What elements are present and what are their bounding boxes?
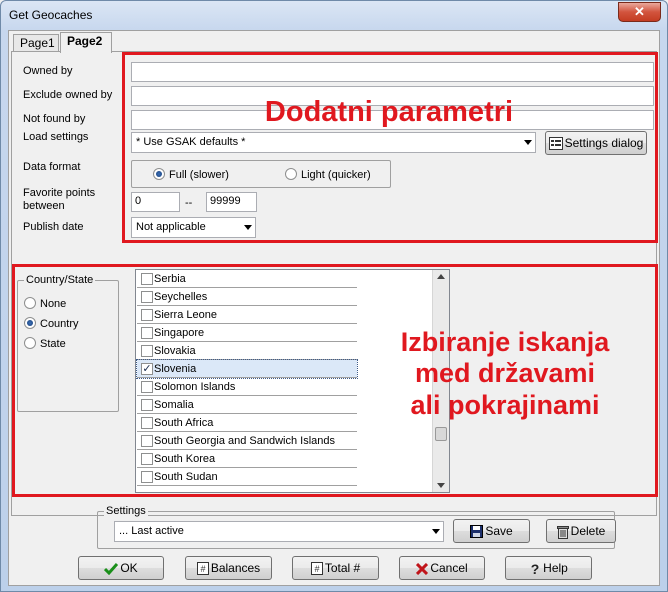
save-disk-icon: [470, 525, 484, 539]
help-button[interactable]: ? Help: [505, 556, 592, 580]
cancel-x-icon: [416, 562, 429, 575]
svg-text:?: ?: [531, 562, 540, 576]
total-label: Total #: [324, 561, 361, 575]
settings-select-value: ... Last active: [119, 525, 184, 537]
window-title: Get Geocaches: [9, 8, 93, 22]
annotation-bottom-text: Izbiranje iskanja med državami ali pokra…: [367, 327, 643, 421]
annotation-line-2: med državami: [414, 358, 596, 389]
annotation-line-3: ali pokrajinami: [410, 389, 600, 420]
settings-group-title: Settings: [104, 505, 148, 517]
ok-button[interactable]: OK: [78, 556, 164, 580]
exclude-owned-by-label: Exclude owned by: [23, 89, 113, 101]
title-bar: Get Geocaches ✕: [1, 1, 667, 29]
svg-text:#: #: [200, 564, 205, 574]
owned-by-label: Owned by: [23, 65, 73, 77]
svg-text:#: #: [314, 564, 319, 574]
annotation-box-parameters: [122, 52, 658, 243]
help-label: Help: [543, 561, 568, 575]
tab-page1[interactable]: Page1: [13, 34, 59, 52]
delete-trash-icon: [556, 525, 569, 539]
balances-label: Balances: [210, 561, 261, 575]
balances-button[interactable]: # Balances: [185, 556, 272, 580]
settings-select[interactable]: ... Last active: [114, 521, 444, 542]
save-button[interactable]: Save: [453, 519, 530, 543]
dialog-client-area: Page1 Page2 Owned by Exclude owned by No…: [8, 30, 660, 586]
ok-label: OK: [120, 561, 138, 575]
balances-icon: #: [196, 562, 209, 576]
save-label: Save: [485, 524, 513, 538]
delete-label: Delete: [570, 524, 606, 538]
favorite-between-label: between: [23, 200, 65, 212]
settings-group: Settings ... Last active Save Delete: [97, 505, 616, 549]
favorite-points-label: Favorite points: [23, 187, 96, 199]
close-button[interactable]: ✕: [618, 2, 661, 22]
data-format-label: Data format: [23, 161, 81, 173]
total-button[interactable]: # Total #: [292, 556, 379, 580]
not-found-by-label: Not found by: [23, 113, 86, 125]
get-geocaches-window: Get Geocaches ✕ Page1 Page2 Owned by Exc…: [0, 0, 668, 592]
cancel-label: Cancel: [430, 561, 468, 575]
total-icon: #: [310, 562, 323, 576]
chevron-down-icon: [432, 529, 440, 534]
annotation-line-1: Izbiranje iskanja: [400, 327, 610, 357]
cancel-button[interactable]: Cancel: [399, 556, 485, 580]
delete-button[interactable]: Delete: [546, 519, 616, 543]
tab-page2[interactable]: Page2: [60, 32, 112, 53]
annotation-top-text: Dodatni parametri: [264, 96, 514, 128]
load-settings-label: Load settings: [23, 131, 89, 143]
help-question-icon: ?: [531, 562, 540, 576]
ok-check-icon: [104, 562, 119, 575]
publish-date-label: Publish date: [23, 221, 84, 233]
